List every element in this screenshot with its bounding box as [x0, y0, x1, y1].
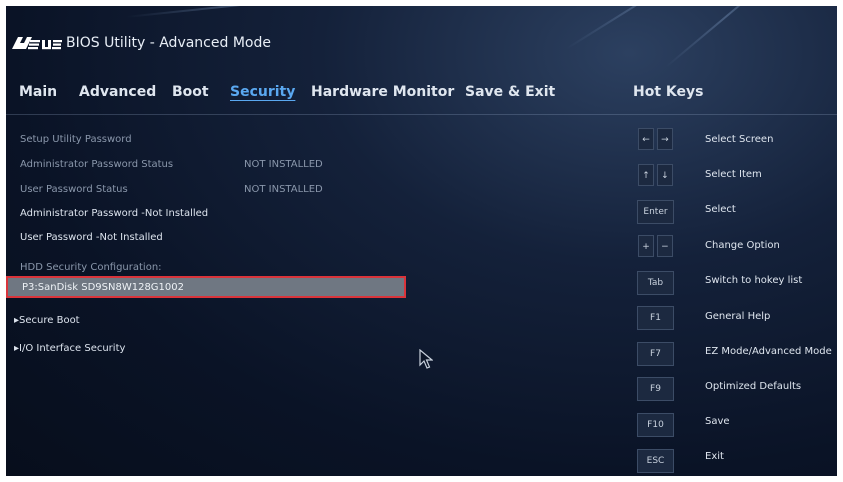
main-tabs: Main Advanced Boot Security Hardware Mon… [6, 84, 606, 108]
decor-streak [125, 6, 345, 18]
tab-main[interactable]: Main [19, 84, 57, 100]
admin-password-item[interactable]: Administrator Password -Not Installed [20, 208, 208, 219]
header: BIOS Utility - Advanced Mode [6, 6, 837, 68]
hotkey-desc: EZ Mode/Advanced Mode [705, 346, 832, 357]
hotkey-f1[interactable]: F1 [637, 306, 674, 330]
arrow-down-icon: ↓ [656, 164, 673, 186]
mouse-cursor-icon [419, 349, 433, 369]
hdd-selected-label: P3:SanDisk SD9SN8W128G1002 [22, 282, 185, 293]
io-interface-security-item[interactable]: ▸I/O Interface Security [14, 343, 125, 354]
tab-boot[interactable]: Boot [172, 84, 209, 100]
hotkey-arrows-lr[interactable]: ← → [637, 128, 674, 152]
hotkey-desc: Select Item [705, 169, 762, 180]
plus-icon: + [638, 235, 655, 257]
header-divider [6, 114, 837, 115]
asus-logo [12, 37, 62, 50]
hotkey-desc: Switch to hokey list [705, 275, 803, 286]
tab-hardware-monitor[interactable]: Hardware Monitor [311, 84, 454, 100]
hotkey-tab[interactable]: Tab [637, 271, 674, 295]
decor-streak [665, 6, 790, 68]
hotkey-esc[interactable]: ESC [637, 449, 674, 473]
secure-boot-item[interactable]: ▸Secure Boot [14, 315, 80, 326]
hotkey-arrows-ud[interactable]: ↑ ↓ [637, 164, 674, 188]
hotkey-desc: Save [705, 416, 730, 427]
hdd-security-heading: HDD Security Configuration: [20, 262, 162, 273]
app-title: BIOS Utility - Advanced Mode [66, 35, 271, 51]
hotkey-enter[interactable]: Enter [637, 200, 674, 224]
hotkey-f10[interactable]: F10 [637, 413, 674, 437]
secure-boot-label: Secure Boot [19, 315, 80, 326]
tab-security[interactable]: Security [230, 84, 295, 100]
hdd-selected-row[interactable]: P3:SanDisk SD9SN8W128G1002 [6, 276, 406, 298]
admin-password-status-value: NOT INSTALLED [244, 159, 323, 170]
setup-password-heading: Setup Utility Password [20, 134, 132, 145]
tab-advanced[interactable]: Advanced [79, 84, 156, 100]
hotkey-desc: Exit [705, 451, 724, 462]
hotkeys-panel: ← → Select Screen ↑ ↓ Select Item Enter … [626, 118, 837, 476]
hotkey-desc: General Help [705, 311, 771, 322]
security-panel: Setup Utility Password Administrator Pas… [6, 118, 606, 476]
hotkey-desc: Change Option [705, 240, 780, 251]
hotkey-f9[interactable]: F9 [637, 377, 674, 401]
minus-icon: − [656, 235, 673, 257]
io-interface-security-label: I/O Interface Security [19, 343, 126, 354]
hotkey-plus-minus[interactable]: + − [637, 235, 674, 259]
tab-save-exit[interactable]: Save & Exit [465, 84, 555, 100]
arrow-right-icon: → [656, 128, 673, 150]
arrow-up-icon: ↑ [638, 164, 655, 186]
hotkey-f7[interactable]: F7 [637, 342, 674, 366]
arrow-left-icon: ← [638, 128, 655, 150]
user-password-item[interactable]: User Password -Not Installed [20, 232, 163, 243]
user-password-status-value: NOT INSTALLED [244, 184, 323, 195]
bios-screen: BIOS Utility - Advanced Mode Main Advanc… [6, 6, 837, 476]
hotkey-desc: Select [705, 204, 736, 215]
hotkey-desc: Select Screen [705, 134, 774, 145]
hotkey-desc: Optimized Defaults [705, 381, 802, 392]
user-password-status-label: User Password Status [20, 184, 128, 195]
hotkeys-title: Hot Keys [633, 84, 704, 100]
admin-password-status-label: Administrator Password Status [20, 159, 174, 170]
